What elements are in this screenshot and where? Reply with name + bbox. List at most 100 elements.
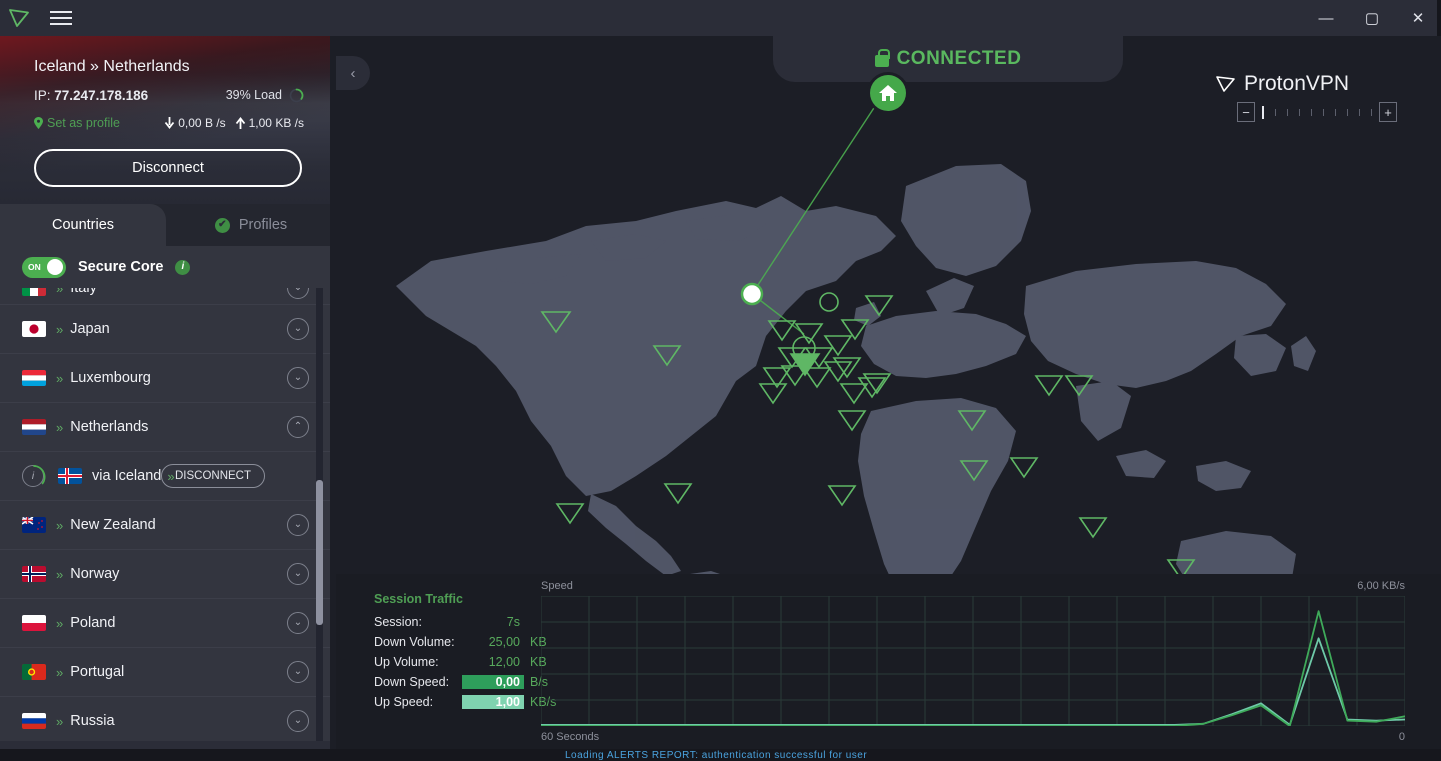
- zoom-tick: [1305, 108, 1317, 116]
- flag-lu: [22, 370, 46, 386]
- chevron-right-icon: »: [56, 419, 64, 435]
- session-row-label: Down Volume:: [374, 635, 455, 649]
- country-list-scrollbar[interactable]: [316, 288, 323, 741]
- download-speed-value: 0,00 B /s: [178, 116, 226, 130]
- home-icon: [879, 85, 897, 101]
- minimize-button[interactable]: —: [1303, 0, 1349, 36]
- list-item[interactable]: » Portugal ⌄: [0, 648, 336, 697]
- brand-name: ProtonVPN: [1244, 72, 1350, 95]
- list-item[interactable]: » Poland ⌄: [0, 599, 336, 648]
- scrollbar-thumb[interactable]: [316, 480, 323, 625]
- set-as-profile-button[interactable]: Set as profile: [34, 116, 120, 130]
- arrow-up-icon: [235, 117, 245, 129]
- toggle-state-label: ON: [28, 262, 41, 272]
- expand-button[interactable]: ⌄: [287, 288, 309, 299]
- list-item[interactable]: » Italy ⌄: [0, 288, 336, 305]
- map-zoom-control[interactable]: − +: [1237, 102, 1397, 122]
- country-name: Poland: [70, 615, 116, 631]
- chevron-right-icon: »: [56, 664, 64, 680]
- menu-line: [50, 17, 72, 19]
- protonvpn-logo-icon: [9, 9, 29, 27]
- maximize-icon: ▢: [1364, 9, 1380, 27]
- session-row-label: Session:: [374, 615, 422, 629]
- server-info-icon[interactable]: i: [22, 465, 46, 487]
- zoom-slider-track[interactable]: [1255, 102, 1379, 122]
- chevron-down-icon: ⌄: [294, 288, 302, 293]
- connection-header: Iceland » Netherlands IP: 77.247.178.186…: [0, 36, 336, 204]
- zoom-tick: [1353, 108, 1365, 116]
- flag-jp: [22, 321, 46, 337]
- down-speed-value: 0,00: [462, 675, 524, 689]
- country-name: Norway: [70, 566, 120, 582]
- session-row-value: 7s: [506, 615, 520, 629]
- expand-button[interactable]: ⌄: [287, 367, 309, 389]
- expand-button[interactable]: ⌄: [287, 661, 309, 683]
- check-icon: ✔: [214, 217, 230, 233]
- close-button[interactable]: ✕: [1395, 0, 1441, 36]
- expand-button[interactable]: ⌄: [287, 514, 309, 536]
- expand-button[interactable]: ⌄: [287, 710, 309, 732]
- up-speed-value: 1,00: [462, 695, 524, 709]
- lock-icon: [874, 49, 890, 67]
- session-row-value: 25,00: [488, 635, 520, 649]
- session-row-value: 12,00: [488, 655, 520, 669]
- country-list[interactable]: » Italy ⌄ » Japan ⌄ »: [0, 288, 336, 741]
- chevron-right-icon: »: [56, 615, 64, 631]
- connection-route: Iceland » Netherlands: [34, 58, 190, 75]
- toggle-knob: [47, 259, 63, 275]
- hamburger-menu-button[interactable]: [38, 0, 84, 36]
- chevron-right-icon: »: [56, 321, 64, 337]
- disconnect-button[interactable]: Disconnect: [34, 149, 302, 187]
- protonvpn-logo-icon: [1216, 76, 1235, 92]
- flag-nl: [22, 419, 46, 435]
- sidebar-collapse-button[interactable]: ‹: [336, 56, 370, 90]
- tab-countries[interactable]: Countries: [0, 204, 166, 246]
- tab-profiles[interactable]: ✔ Profiles: [166, 204, 336, 246]
- connected-status-banner: CONNECTED: [773, 36, 1123, 82]
- list-item[interactable]: » New Zealand ⌄: [0, 501, 336, 550]
- expand-button[interactable]: ⌄: [287, 612, 309, 634]
- chevron-up-icon: ⌃: [293, 421, 303, 432]
- zoom-slider-handle[interactable]: [1257, 105, 1269, 119]
- zoom-in-button[interactable]: +: [1379, 102, 1397, 122]
- server-load: 39% Load: [226, 88, 304, 103]
- server-disconnect-button[interactable]: DISCONNECT: [160, 464, 265, 488]
- collapse-button[interactable]: ⌃: [287, 416, 309, 438]
- download-speed: 0,00 B /s: [164, 116, 226, 130]
- flag-pt: [22, 664, 46, 680]
- speed-readout: 0,00 B /s 1,00 KB /s: [164, 116, 304, 130]
- minimize-icon: —: [1318, 9, 1334, 27]
- country-name: Japan: [70, 321, 110, 337]
- load-arc-icon: [289, 88, 304, 102]
- list-item[interactable]: » Russia ⌄: [0, 697, 336, 741]
- country-name: Russia: [70, 713, 115, 729]
- chart-x-axis-label: 60 Seconds: [541, 731, 600, 743]
- chevron-down-icon: ⌄: [293, 715, 303, 726]
- status-bar-text: Loading ALERTS REPORT: authentication su…: [565, 749, 868, 761]
- flag-it: [22, 288, 46, 296]
- connected-label: CONNECTED: [896, 48, 1022, 69]
- menu-line: [50, 23, 72, 25]
- home-node-marker[interactable]: [870, 75, 906, 111]
- chevron-left-icon: ‹: [350, 64, 356, 82]
- list-item[interactable]: » Japan ⌄: [0, 305, 336, 354]
- chart-plot-area: [541, 596, 1405, 726]
- sidebar-tabs: Countries ✔ Profiles: [0, 204, 336, 246]
- secure-core-server-row[interactable]: i via Iceland » DISCONNECT: [0, 452, 336, 501]
- chevron-down-icon: ⌄: [293, 617, 303, 628]
- expand-button[interactable]: ⌄: [287, 318, 309, 340]
- list-item[interactable]: » Netherlands ⌃: [0, 403, 336, 452]
- chevron-down-icon: ⌄: [293, 568, 303, 579]
- expand-button[interactable]: ⌄: [287, 563, 309, 585]
- ip-value: 77.247.178.186: [54, 87, 149, 103]
- list-item[interactable]: » Norway ⌄: [0, 550, 336, 599]
- info-icon[interactable]: i: [175, 259, 191, 275]
- zoom-out-button[interactable]: −: [1237, 102, 1255, 122]
- secure-core-toggle[interactable]: ON: [22, 256, 66, 278]
- list-item[interactable]: » Luxembourg ⌄: [0, 354, 336, 403]
- zoom-tick: [1365, 108, 1377, 116]
- maximize-button[interactable]: ▢: [1349, 0, 1395, 36]
- close-icon: ✕: [1411, 9, 1425, 27]
- chevron-right-icon: »: [56, 288, 64, 296]
- flag-is: [58, 468, 82, 484]
